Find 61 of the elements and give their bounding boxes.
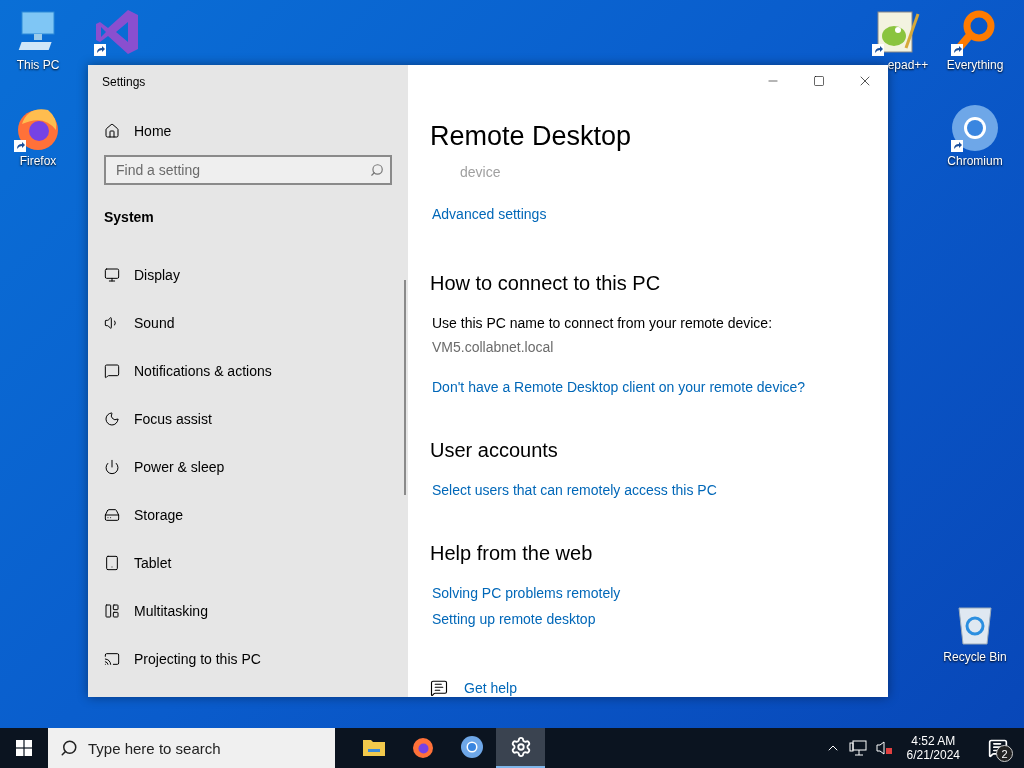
desktop-icon-label[interactable]: epad++ (887, 58, 929, 72)
window-title: Settings (102, 75, 147, 89)
nav-item[interactable]: Display (134, 267, 180, 283)
nav-item[interactable]: Notifications & actions (134, 363, 272, 379)
panels-icon (104, 603, 120, 619)
help-bubble-icon (430, 679, 448, 697)
clock[interactable]: 4:52 AM 6/21/2024 (906, 734, 960, 762)
nav-item[interactable]: Multitasking (134, 603, 208, 619)
muted-speaker-icon[interactable] (874, 740, 893, 756)
maximize-icon (813, 75, 825, 87)
moon-icon (104, 411, 120, 427)
monitor-icon (104, 267, 120, 283)
page-title: Remote Desktop (430, 121, 633, 152)
tablet-icon (104, 555, 120, 571)
faded-text: device (460, 164, 502, 180)
section-heading: Help from the web (430, 542, 594, 565)
windows-logo-icon (16, 740, 32, 756)
speech-bubble-icon (104, 363, 120, 379)
nav-item[interactable]: Projecting to this PC (134, 651, 261, 667)
home-icon (104, 123, 120, 139)
desktop-icon-label[interactable]: Recycle Bin (943, 650, 1007, 664)
network-icon[interactable] (848, 740, 867, 756)
scrollbar[interactable] (404, 280, 406, 495)
get-help-link[interactable]: Get help (464, 680, 517, 696)
instruction-text: Use this PC name to connect from your remote device: (432, 315, 774, 331)
help-link[interactable]: Don't have a Remote Desktop client on your remote device? (432, 379, 806, 395)
chromium-icon (459, 735, 484, 759)
drive-icon (104, 507, 120, 523)
desktop-icon-label[interactable]: This PC (16, 58, 60, 72)
search-icon (370, 163, 384, 177)
clock-time: 4:52 AM (911, 734, 956, 748)
search-icon (60, 739, 78, 757)
action-center-button[interactable]: 2 (980, 728, 1016, 768)
advanced-settings-link[interactable]: Advanced settings (432, 206, 547, 222)
chromium-icon (951, 104, 999, 152)
nav-item[interactable]: Storage (134, 507, 184, 523)
nav-item[interactable]: Power & sleep (134, 459, 225, 475)
search-field[interactable]: Find a setting (104, 155, 392, 185)
taskbar-app-button[interactable] (496, 728, 545, 768)
nav-item[interactable]: Sound (134, 315, 175, 331)
help-link[interactable]: Solving PC problems remotely (432, 585, 621, 601)
section-label: System (104, 209, 155, 225)
cast-icon (104, 651, 120, 667)
taskbar-search-field[interactable]: Type here to search (48, 728, 335, 768)
desktop-icon-label[interactable]: Firefox (19, 154, 57, 168)
power-icon (104, 459, 120, 475)
nav-item[interactable]: Tablet (134, 555, 172, 571)
desktop-icon-label[interactable]: Chromium (947, 154, 1003, 168)
section-heading: User accounts (430, 439, 559, 462)
pc-name-text: VM5.collabnet.local (432, 339, 555, 355)
help-link[interactable]: Select users that can remotely access this PC (432, 482, 717, 498)
gear-icon (509, 736, 532, 758)
home-link[interactable]: Home (134, 123, 172, 139)
folder-icon (361, 737, 386, 757)
section-heading: How to connect to this PC (430, 272, 662, 295)
firefox-icon (410, 735, 435, 759)
desktop-icon-label[interactable]: Everything (946, 58, 1004, 72)
notification-count: 2 (996, 745, 1013, 762)
nav-item[interactable]: Focus assist (134, 411, 212, 427)
clock-date: 6/21/2024 (906, 748, 960, 762)
help-link[interactable]: Setting up remote desktop (432, 611, 596, 627)
